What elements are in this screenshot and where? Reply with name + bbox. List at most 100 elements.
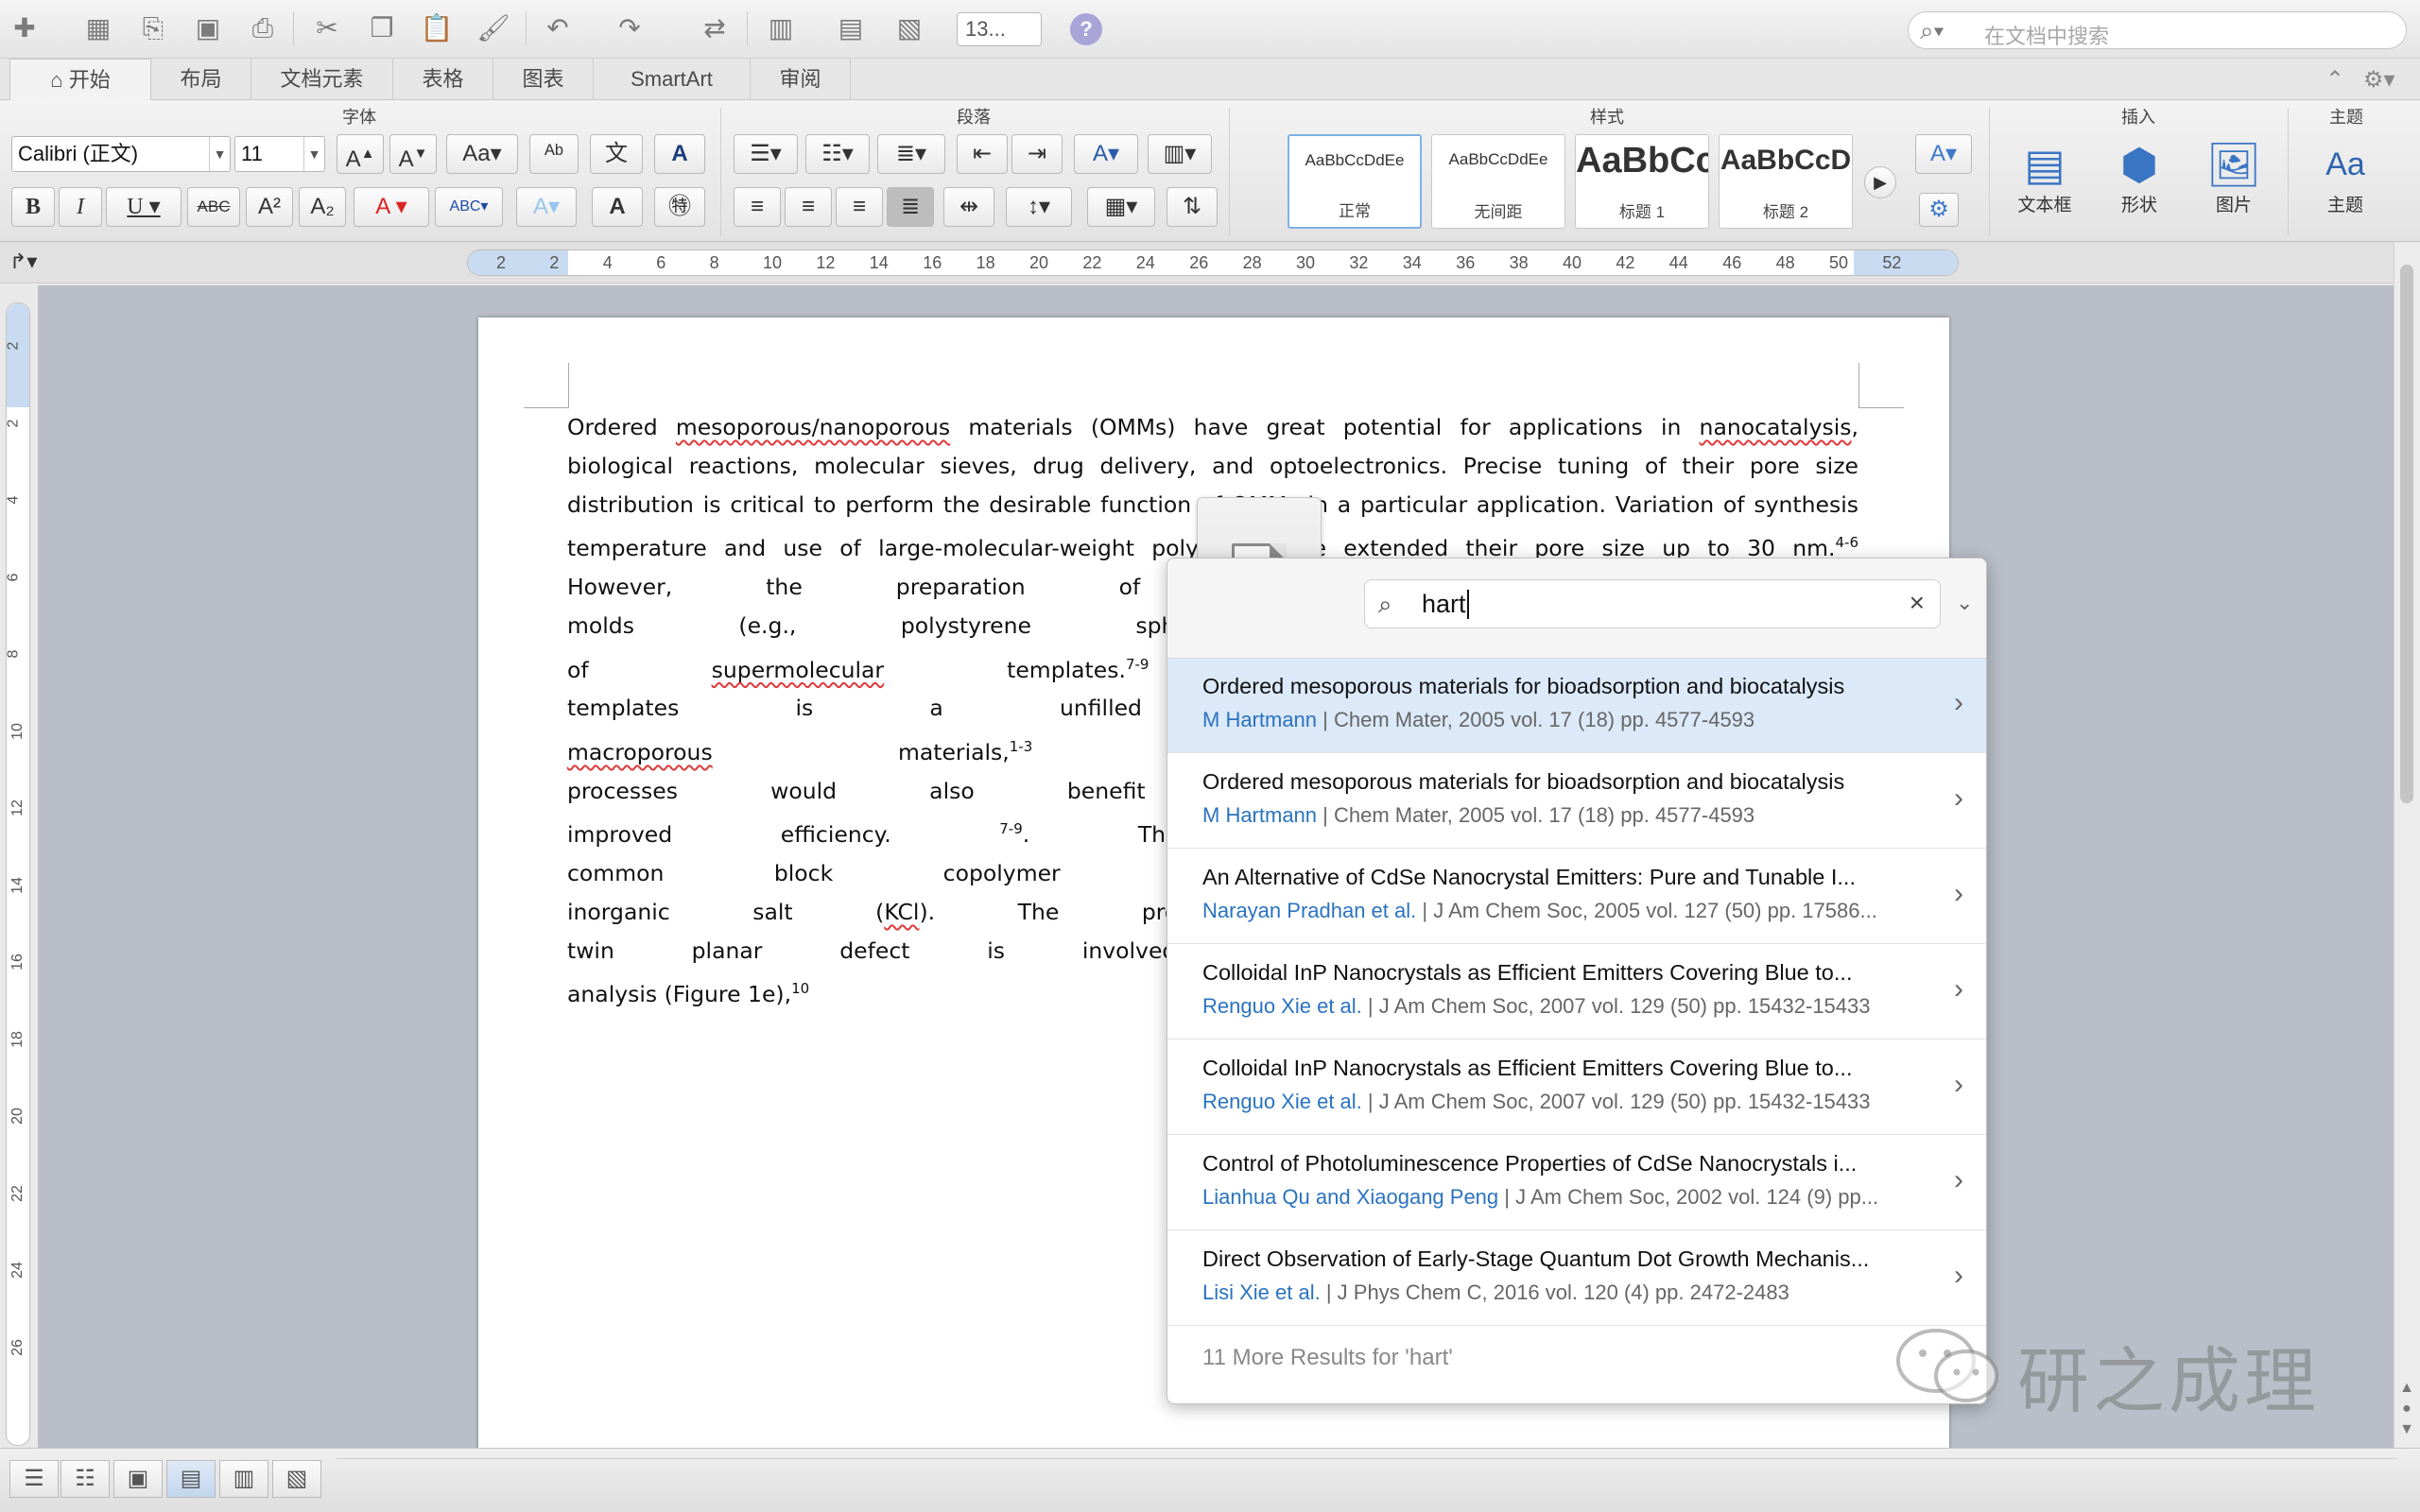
sort-button[interactable]: ⇅ [1167, 187, 1218, 227]
vertical-ruler[interactable]: 2 2 4 6 8 10 12 14 16 18 20 22 24 26 [5, 302, 30, 1446]
bullets-button[interactable]: ☰▾ [734, 134, 798, 174]
print-layout-view-button[interactable]: ▤ [166, 1460, 216, 1498]
publishing-view-button[interactable]: ▣ [113, 1460, 163, 1498]
vertical-scrollbar[interactable]: ▲ ● ▼ [2394, 242, 2420, 1448]
horizontal-ruler[interactable]: 2 2 4 6 8 10 12 14 16 18 20 22 24 26 28 30 32 34 36 38 40 42 4… [467, 249, 1959, 276]
chevron-right-icon[interactable]: › [1954, 878, 1963, 910]
tab-charts[interactable]: 图表 [493, 59, 594, 100]
citation-result-row[interactable]: Ordered mesoporous materials for bioadso… [1167, 754, 1986, 849]
save-icon[interactable]: ▣ [189, 9, 227, 47]
enclose-characters-button[interactable]: ㊕ [654, 187, 705, 227]
sidebar-icon[interactable]: ▥ [762, 9, 800, 47]
multilevel-list-button[interactable]: ≣▾ [877, 134, 945, 174]
notebook-view-button[interactable]: ▥ [219, 1460, 268, 1498]
print-icon[interactable]: ⎙ [244, 9, 282, 47]
superscript-button[interactable]: A² [246, 187, 293, 227]
outline-view-button[interactable]: ☷ [60, 1460, 110, 1498]
tab-review[interactable]: 审阅 [751, 59, 851, 100]
style-settings-icon[interactable]: ⚙ [1919, 193, 1959, 227]
chevron-right-icon[interactable]: › [1954, 687, 1963, 719]
subscript-button[interactable]: A₂ [299, 187, 346, 227]
tab-smartart[interactable]: SmartArt [594, 59, 751, 100]
scrollbar-thumb[interactable] [2400, 265, 2413, 803]
chevron-right-icon[interactable]: › [1954, 1260, 1963, 1292]
tab-home[interactable]: ⌂ 开始 [9, 59, 151, 101]
paste-icon[interactable]: 📋 [418, 9, 456, 47]
line-spacing-button[interactable]: ↕▾ [1006, 187, 1072, 227]
chevron-down-icon[interactable]: ⌄ [1956, 591, 1973, 615]
new-document-icon[interactable]: ✚ [6, 9, 43, 47]
shrink-font-button[interactable]: A▼ [389, 134, 437, 174]
clear-formatting-button[interactable]: ᴬᵇ [529, 134, 579, 174]
style-heading-2[interactable]: AaBbCcD 标题 2 [1719, 134, 1853, 229]
tab-tables[interactable]: 表格 [393, 59, 493, 100]
decrease-indent-button[interactable]: ⇤ [957, 134, 1008, 174]
format-painter-icon[interactable]: 🖌 [475, 9, 512, 47]
italic-button[interactable]: I [59, 187, 102, 227]
styles-next-button[interactable]: ▶ [1864, 166, 1896, 198]
draft-view-button[interactable]: ☰ [9, 1460, 59, 1498]
font-name-select[interactable]: Calibri (正文) ▼ [11, 136, 231, 172]
styles-pane-button[interactable]: A▾ [1915, 134, 1972, 174]
citation-result-row[interactable]: Colloidal InP Nanocrystals as Efficient … [1167, 1040, 1986, 1135]
phonetic-guide-button[interactable]: 文 [590, 134, 643, 174]
tab-selector-icon[interactable]: ↱▾ [9, 249, 37, 274]
underline-button[interactable]: U ▾ [106, 187, 182, 227]
style-normal[interactable]: AaBbCcDdEe 正常 [1288, 134, 1422, 229]
citation-result-row[interactable]: Direct Observation of Early-Stage Quantu… [1167, 1231, 1986, 1326]
character-border-button[interactable]: A [654, 134, 705, 174]
citation-result-row[interactable]: Colloidal InP Nanocrystals as Efficient … [1167, 945, 1986, 1040]
insert-toggle-icon[interactable]: ⇄ [696, 9, 734, 47]
insert-picture-button[interactable]: 🖼 图片 [2191, 138, 2276, 216]
media-icon[interactable]: ▧ [890, 9, 928, 47]
borders-button[interactable]: ▦▾ [1087, 187, 1155, 227]
open-icon[interactable]: ⎘ [134, 9, 172, 47]
insert-shapes-button[interactable]: ⬢ 形状 [2097, 138, 2182, 216]
text-line[interactable]: Ordered mesoporous/nanoporous materials … [567, 408, 1858, 447]
horizontal-scrollbar[interactable] [337, 1458, 2397, 1483]
tab-document-elements[interactable]: 文档元素 [251, 59, 393, 100]
chevron-right-icon[interactable]: › [1954, 782, 1963, 815]
text-direction-button[interactable]: A▾ [1074, 134, 1138, 174]
tab-layout[interactable]: 布局 [151, 59, 251, 100]
templates-icon[interactable]: ▦ [79, 9, 117, 47]
table-icon[interactable]: ▤ [832, 9, 870, 47]
character-shading-button[interactable]: A [592, 187, 643, 227]
more-results-link[interactable]: 11 More Results for 'hart' [1202, 1345, 1453, 1371]
distributed-button[interactable]: ⇹ [943, 187, 994, 227]
zoom-field[interactable]: 13... [957, 12, 1042, 46]
help-button[interactable]: ? [1070, 13, 1102, 45]
settings-icon[interactable]: ⚙▾ [2363, 66, 2395, 94]
cut-icon[interactable]: ✂ [308, 9, 346, 47]
increase-indent-button[interactable]: ⇥ [1011, 134, 1063, 174]
align-right-button[interactable]: ≡ [836, 187, 883, 227]
insert-textbox-button[interactable]: ▤ 文本框 [2002, 138, 2087, 216]
text-effects-button[interactable]: A▾ [516, 187, 577, 227]
clear-search-icon[interactable]: × [1910, 588, 1925, 618]
font-size-select[interactable]: 11 ▼ [234, 136, 325, 172]
text-line[interactable]: biological reactions, molecular sieves, … [567, 447, 1858, 486]
document-search-field[interactable]: ⌕▾ 在文档中搜索 [1908, 11, 2407, 49]
citation-result-row[interactable]: An Alternative of CdSe Nanocrystal Emitt… [1167, 850, 1986, 944]
style-heading-1[interactable]: AaBbCc 标题 1 [1575, 134, 1709, 229]
align-center-button[interactable]: ≡ [785, 187, 832, 227]
justify-button[interactable]: ≣ [887, 187, 934, 227]
grow-font-button[interactable]: A▲ [337, 134, 384, 174]
citation-result-row[interactable]: Control of Photoluminescence Properties … [1167, 1136, 1986, 1230]
themes-button[interactable]: Aa 主题 [2303, 138, 2388, 216]
change-case-button[interactable]: Aa▾ [446, 134, 518, 174]
citation-result-row[interactable]: Ordered mesoporous materials for bioadso… [1167, 659, 1986, 753]
chevron-right-icon[interactable]: › [1954, 973, 1963, 1005]
numbering-button[interactable]: ☷▾ [805, 134, 870, 174]
columns-button[interactable]: ▥▾ [1148, 134, 1212, 174]
citation-search-input[interactable]: ⌕ hart × [1364, 579, 1941, 628]
font-color-button[interactable]: A ▾ [354, 187, 429, 227]
align-left-button[interactable]: ≡ [734, 187, 781, 227]
undo-icon[interactable]: ↶ [539, 9, 577, 47]
collapse-ribbon-icon[interactable]: ⌃ [2325, 66, 2344, 94]
chevron-right-icon[interactable]: › [1954, 1164, 1963, 1196]
chevron-right-icon[interactable]: › [1954, 1069, 1963, 1101]
bold-button[interactable]: B [11, 187, 55, 227]
redo-icon[interactable]: ↷ [611, 9, 648, 47]
copy-icon[interactable]: ❐ [363, 9, 401, 47]
